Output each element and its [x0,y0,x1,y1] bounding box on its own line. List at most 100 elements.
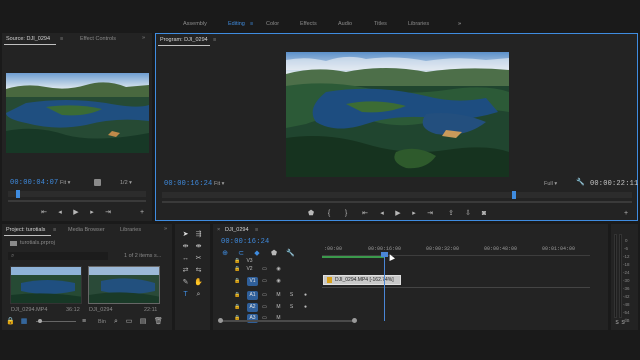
workspace-assembly[interactable]: Assembly [183,21,207,27]
sequence-thumbnail[interactable] [88,266,160,304]
zoom-tool-icon[interactable]: ⌕ [194,290,203,299]
mute-button[interactable]: M [273,303,284,312]
project-menu-icon[interactable]: ≡ [53,227,56,233]
mute-button[interactable]: M [273,291,284,300]
rate-stretch-tool-icon[interactable]: ↔ [181,254,190,263]
source-panel-more-icon[interactable]: » [142,35,145,41]
program-add-icon[interactable]: + [622,210,630,217]
program-settings-icon[interactable]: 🔧 [576,179,585,186]
program-step-back-icon[interactable]: ◂ [378,210,386,217]
razor-tool-icon[interactable]: ✂ [194,254,203,263]
program-extract-icon[interactable]: ⇩ [464,210,472,217]
program-fit-select[interactable]: Fit ▾ [214,181,224,187]
sync-lock-icon[interactable]: ▭ [259,277,270,286]
track-name[interactable]: A1 [247,291,258,300]
folder-new-icon[interactable]: ▭ [125,318,133,325]
timeline-scrollbar[interactable] [220,320,356,322]
solo-button[interactable]: S [286,291,297,300]
lock-icon[interactable]: 🔒 [232,303,243,312]
scrollbar-handle-left[interactable] [218,318,223,323]
voiceover-icon[interactable]: ● [300,291,311,300]
work-area-bar[interactable] [322,256,384,258]
source-play-icon[interactable]: ▶ [72,209,80,216]
program-menu-icon[interactable]: ≡ [213,37,216,43]
track-name[interactable]: V2 [244,265,255,274]
voiceover-icon[interactable]: ● [300,303,311,312]
tab-media-browser[interactable]: Media Browser [68,227,105,233]
workspace-color[interactable]: Color [266,21,279,27]
sync-lock-icon[interactable]: ▭ [259,291,270,300]
program-marker-icon[interactable]: ⬟ [307,210,315,217]
pen-tool-icon[interactable]: ✎ [181,278,190,287]
slide-tool-icon[interactable]: ⇆ [194,266,203,275]
zoom-slider-handle[interactable] [38,319,42,323]
new-bin-button[interactable]: Bin [98,319,106,325]
track-name[interactable]: A2 [247,303,258,312]
workspace-more-icon[interactable]: » [458,21,461,27]
timeline-close-icon[interactable]: × [217,227,220,233]
sort-icon[interactable]: ≡ [80,318,88,325]
tab-program[interactable]: Program: DJI_0294 [160,37,208,43]
ripple-edit-tool-icon[interactable]: ⇹ [181,242,190,251]
tab-effect-controls[interactable]: Effect Controls [80,36,116,42]
workspace-effects[interactable]: Effects [300,21,317,27]
workspace-editing[interactable]: Editing [228,21,245,27]
source-zoom-bar[interactable] [8,200,146,202]
program-play-icon[interactable]: ▶ [394,210,402,217]
trash-icon[interactable]: 🗑 [154,318,163,325]
eye-icon[interactable]: ◉ [273,265,284,274]
tab-libraries[interactable]: Libraries [120,227,141,233]
source-timecode[interactable]: 00:00:04:07 [10,179,58,187]
lock-icon[interactable]: 🔒 [6,318,15,325]
sync-lock-icon[interactable]: ▭ [259,303,270,312]
program-export-frame-icon[interactable]: ◙ [480,210,488,217]
tab-source[interactable]: Source: DJI_0294 [6,36,50,42]
solo-button[interactable]: S [286,303,297,312]
sync-lock-icon[interactable]: ▭ [259,265,270,274]
program-quality-select[interactable]: Full ▾ [544,181,557,187]
new-item-icon[interactable]: ▤ [139,318,147,325]
program-lift-icon[interactable]: ⇪ [447,210,455,217]
program-mark-in-icon[interactable]: ⇤ [361,210,369,217]
program-in-bracket-icon[interactable]: { [325,210,333,217]
program-zoom-bar[interactable] [162,201,632,203]
source-fit-select[interactable]: Fit ▾ [60,180,70,186]
meter-solo-right[interactable]: S [619,320,627,327]
timeline-menu-icon[interactable]: ≡ [255,227,258,233]
source-mark-in-icon[interactable]: ⇤ [40,209,48,216]
workspace-titles[interactable]: Titles [374,21,387,27]
source-scrub-bar[interactable] [8,191,146,197]
selection-tool-icon[interactable]: ➤ [181,230,190,239]
zoom-slider[interactable] [36,321,76,322]
scrollbar-handle-right[interactable] [352,318,357,323]
clip-thumbnail[interactable] [10,266,82,304]
source-step-back-icon[interactable]: ◂ [56,209,64,216]
source-menu-icon[interactable]: ≡ [60,36,63,42]
tab-project[interactable]: Project: turotials [6,227,45,233]
program-mark-out-icon[interactable]: ⇥ [426,210,434,217]
track-select-tool-icon[interactable]: ⇶ [194,230,203,239]
eye-icon[interactable]: ◉ [273,277,284,286]
search-input[interactable] [8,252,108,260]
source-mark-out-icon[interactable]: ⇥ [104,209,112,216]
slip-tool-icon[interactable]: ⇄ [181,266,190,275]
timeline-timecode[interactable]: 00:00:16:24 [221,238,269,246]
track-name[interactable]: V1 [247,277,258,286]
project-panel-more-icon[interactable]: » [164,226,167,232]
program-playhead[interactable] [512,191,516,199]
hand-tool-icon[interactable]: ✋ [194,278,203,287]
find-icon[interactable]: ⌕ [112,318,120,325]
workspace-libraries[interactable]: Libraries [408,21,429,27]
workspace-audio[interactable]: Audio [338,21,352,27]
program-timecode[interactable]: 00:00:16:24 [164,180,212,188]
lock-icon[interactable]: 🔒 [232,291,243,300]
program-scrub-bar[interactable] [162,192,632,198]
tab-sequence[interactable]: DJI_0294 [225,227,249,233]
source-playhead[interactable] [16,190,20,198]
program-out-bracket-icon[interactable]: } [342,210,350,217]
lock-icon[interactable]: 🔒 [232,277,243,286]
workspace-menu-icon[interactable]: ≡ [250,21,253,27]
type-tool-icon[interactable]: T [181,290,190,299]
source-add-icon[interactable]: + [138,209,146,216]
list-view-icon[interactable]: ▦ [20,318,28,325]
